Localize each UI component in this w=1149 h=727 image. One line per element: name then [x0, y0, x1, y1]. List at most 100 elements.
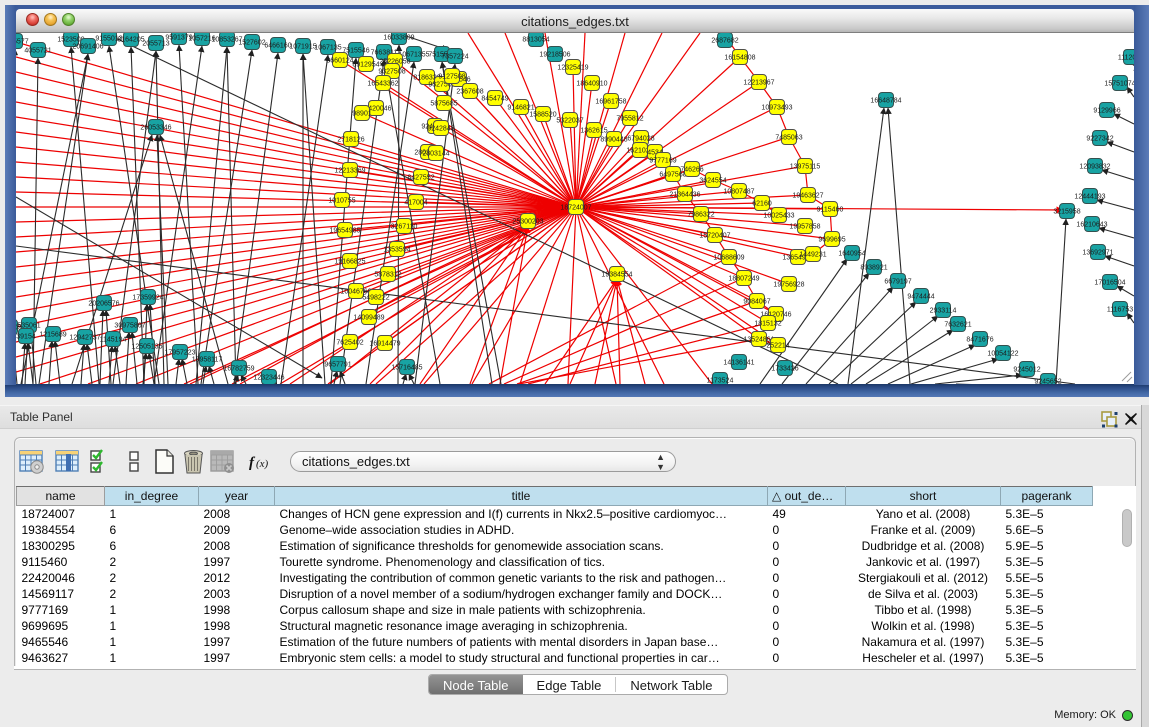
- svg-text:746266: 746266: [680, 167, 703, 174]
- svg-text:1116753: 1116753: [1107, 307, 1133, 314]
- svg-text:9777169: 9777169: [649, 158, 676, 165]
- svg-text:16033809: 16033809: [383, 35, 414, 42]
- svg-text:2933114: 2933114: [930, 308, 957, 315]
- svg-text:9127508: 9127508: [438, 74, 465, 81]
- svg-text:2055713: 2055713: [142, 41, 169, 48]
- svg-text:26053346: 26053346: [140, 125, 171, 132]
- svg-text:25300203: 25300203: [512, 219, 543, 226]
- svg-text:10973493: 10973493: [761, 105, 792, 112]
- svg-text:f: f: [249, 455, 256, 471]
- svg-text:7485063: 7485063: [775, 135, 802, 142]
- svg-text:19756928: 19756928: [773, 282, 804, 289]
- svg-text:3624554: 3624554: [699, 178, 726, 185]
- svg-text:15751074: 15751074: [1104, 81, 1134, 88]
- svg-text:12505135: 12505135: [131, 344, 162, 351]
- svg-text:98901: 98901: [352, 111, 372, 118]
- svg-text:7986322: 7986322: [687, 212, 714, 219]
- svg-text:62160: 62160: [752, 201, 772, 208]
- svg-text:16782759: 16782759: [223, 366, 254, 373]
- svg-text:1010755: 1010755: [328, 198, 355, 205]
- svg-text:8471676: 8471676: [966, 337, 993, 344]
- svg-text:1215689: 1215689: [39, 332, 66, 339]
- svg-text:9115460: 9115460: [817, 207, 844, 214]
- svg-text:1588520: 1588520: [529, 112, 556, 119]
- svg-text:19166825: 19166825: [334, 259, 365, 266]
- svg-text:8813054: 8813054: [522, 37, 549, 44]
- svg-text:7955812: 7955812: [616, 116, 643, 123]
- svg-text:39154: 39154: [16, 334, 36, 341]
- svg-text:10807487: 10807487: [723, 189, 754, 196]
- svg-text:16648784: 16648784: [870, 98, 901, 105]
- svg-text:20206576: 20206576: [88, 301, 119, 308]
- svg-text:9242848: 9242848: [427, 126, 454, 133]
- svg-text:14136141: 14136141: [723, 360, 754, 367]
- svg-text:19218506: 19218506: [539, 52, 570, 59]
- svg-text:9245012: 9245012: [1013, 367, 1040, 374]
- svg-text:18807249: 18807249: [728, 276, 759, 283]
- svg-text:9129966: 9129966: [1093, 108, 1120, 115]
- svg-text:19384554: 19384554: [601, 272, 632, 279]
- svg-text:14099489: 14099489: [353, 315, 384, 322]
- svg-text:5498222: 5498222: [362, 295, 389, 302]
- svg-text:13975115: 13975115: [790, 164, 821, 171]
- svg-text:(x): (x): [256, 458, 269, 470]
- svg-text:12323446: 12323446: [253, 375, 284, 382]
- svg-text:3215958: 3215958: [1053, 209, 1080, 216]
- svg-text:8427552: 8427552: [407, 175, 434, 182]
- svg-text:8454749: 8454749: [481, 96, 508, 103]
- svg-text:8660124: 8660124: [326, 58, 353, 65]
- svg-text:1640954: 1640954: [838, 251, 865, 258]
- svg-text:18724007: 18724007: [560, 205, 591, 212]
- svg-text:9146821: 9146821: [507, 105, 534, 112]
- svg-text:10025433: 10025433: [763, 213, 794, 220]
- svg-text:17016504: 17016504: [1094, 280, 1125, 287]
- svg-text:1733426: 1733426: [771, 366, 798, 373]
- svg-text:1145194: 1145194: [100, 337, 127, 344]
- svg-text:10958117: 10958117: [192, 357, 223, 364]
- svg-text:9227342: 9227342: [1086, 136, 1113, 143]
- svg-text:16961758: 16961758: [595, 99, 626, 106]
- svg-text:8990448: 8990448: [600, 137, 627, 144]
- svg-text:8938921: 8938921: [860, 265, 887, 272]
- svg-text:17957223: 17957223: [164, 350, 195, 357]
- svg-text:3267110: 3267110: [391, 224, 418, 231]
- svg-text:16543362: 16543362: [367, 81, 398, 88]
- svg-text:19463627: 19463627: [792, 193, 823, 200]
- svg-text:9327508: 9327508: [378, 69, 405, 76]
- svg-text:1067135: 1067135: [314, 45, 341, 52]
- svg-text:1353594: 1353594: [383, 247, 410, 254]
- svg-text:30975867: 30975867: [114, 323, 145, 330]
- svg-text:12325419: 12325419: [557, 65, 588, 72]
- svg-text:1605577: 1605577: [16, 39, 29, 46]
- svg-text:18640910: 18640910: [576, 81, 607, 88]
- svg-text:6679197: 6679197: [884, 279, 911, 286]
- svg-text:1173524: 1173524: [707, 378, 734, 385]
- svg-text:9699695: 9699695: [818, 237, 845, 244]
- svg-text:417004: 417004: [404, 200, 427, 207]
- svg-text:1112075: 1112075: [1118, 55, 1134, 62]
- svg-text:12213369: 12213369: [334, 168, 365, 175]
- svg-text:10671355: 10671355: [398, 52, 429, 59]
- svg-text:2367608: 2367608: [456, 89, 483, 96]
- svg-text:12444193: 12444193: [1074, 194, 1105, 201]
- svg-text:20691406: 20691406: [72, 44, 103, 51]
- svg-text:2718126: 2718126: [337, 137, 364, 144]
- svg-text:6794028: 6794028: [627, 136, 654, 143]
- svg-text:1815132: 1815132: [754, 321, 781, 328]
- svg-text:5322037: 5322037: [556, 118, 583, 125]
- svg-text:9245652: 9245652: [1034, 379, 1061, 385]
- svg-text:6466160: 6466160: [264, 43, 291, 50]
- svg-text:8164205: 8164205: [117, 37, 144, 44]
- svg-text:9084067: 9084067: [743, 299, 770, 306]
- svg-text:1071915: 1071915: [289, 44, 316, 51]
- svg-text:7632621: 7632621: [944, 322, 971, 329]
- svg-text:15720407: 15720407: [699, 233, 730, 240]
- svg-text:16154808: 16154808: [724, 55, 755, 62]
- svg-text:8912954: 8912954: [352, 62, 379, 69]
- svg-text:13692971: 13692971: [1082, 250, 1113, 257]
- svg-text:21364436: 21364436: [669, 192, 700, 199]
- svg-text:15716485: 15716485: [391, 365, 422, 372]
- svg-text:5875685: 5875685: [430, 101, 457, 108]
- svg-text:12942737: 12942737: [69, 335, 100, 342]
- svg-text:7357224: 7357224: [441, 54, 468, 61]
